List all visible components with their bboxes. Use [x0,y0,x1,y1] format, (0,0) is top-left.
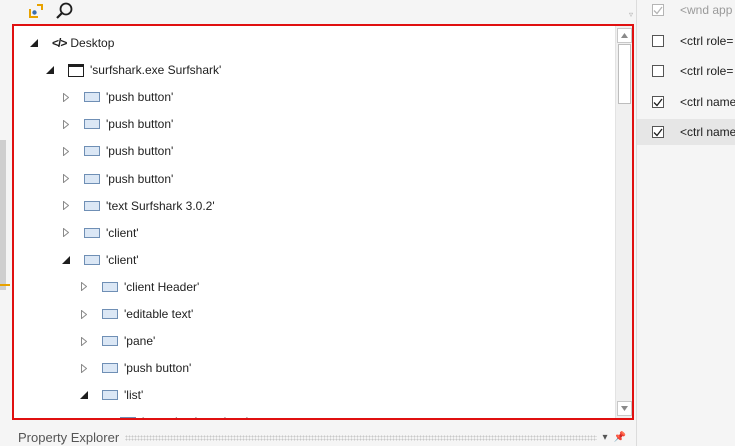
selector-text: <ctrl name [680,125,735,139]
selector-checkbox[interactable] [652,126,664,138]
control-icon [84,146,100,157]
selector-row[interactable]: <wnd app [637,0,735,23]
tree-node[interactable]: 'text Surfshark 3.0.2' [60,196,215,216]
control-icon [102,390,118,401]
window-icon [68,63,84,77]
scroll-up-icon [621,33,628,38]
tree-node[interactable]: 'surfshark.exe Surfshark' [44,60,221,80]
control-icon [102,336,118,347]
tree-node-label: 'client Header' [124,279,200,294]
collapsed-arrow-icon[interactable] [78,308,90,320]
tree-node-label: 'pane' [124,334,156,349]
pin-icon[interactable]: 📌 [614,432,626,443]
tree-node-label: 'text Surfshark 3.0.2' [106,198,215,213]
selector-checkbox[interactable] [652,35,664,47]
tree-node[interactable]: 'grouping Locations' [96,412,248,418]
control-icon [84,92,100,103]
toolbar-overflow-icon[interactable]: ▿ [629,10,633,19]
tree-node[interactable]: 'push button' [60,169,173,189]
toolbar: ▿ [10,0,635,24]
crosshair-target-icon [29,4,43,18]
scroll-down-icon [621,406,628,411]
target-element-button[interactable] [24,0,48,22]
property-explorer-header: Property Explorer ▾ 📌 [12,428,634,446]
selector-row[interactable]: <ctrl role= [637,28,735,54]
tree-node[interactable]: 'push button' [78,358,191,378]
selector-checkbox[interactable] [652,65,664,77]
tree-node[interactable]: </> Desktop [28,33,114,53]
tree-node-label: 'editable text' [124,307,194,321]
panel-grip [125,435,597,441]
expanded-arrow-icon[interactable] [60,254,72,266]
selector-text: <ctrl name [680,95,735,109]
tree-list: </> Desktop 'surfshark.exe Surfshark' 'push… [14,26,616,418]
dropdown-icon[interactable]: ▾ [603,432,608,443]
tree-node-label: 'push button' [106,117,174,132]
expanded-arrow-icon[interactable] [44,64,56,76]
collapsed-arrow-icon[interactable] [78,335,90,347]
tree-node-label: 'grouping Locations' [142,415,248,418]
collapsed-arrow-icon[interactable] [60,173,72,185]
control-icon [120,417,136,418]
control-icon [102,281,118,292]
collapsed-arrow-icon[interactable] [60,200,72,212]
tree-node[interactable]: 'editable text' [78,304,193,324]
code-icon: </> [52,36,67,50]
selector-text: <ctrl role= [680,64,734,78]
tree-node[interactable]: 'push button' [60,141,173,161]
tree-node-label: 'surfshark.exe Surfshark' [90,63,222,78]
tree-node-label: 'push button' [124,361,192,376]
tree-node-label: 'push button' [106,171,174,186]
scroll-down-button[interactable] [617,401,632,416]
tree-node-label: 'push button' [106,90,174,105]
tree-node[interactable]: 'push button' [60,114,173,134]
expanded-arrow-icon[interactable] [78,389,90,401]
collapsed-arrow-icon[interactable] [78,362,90,374]
tree-node-label: 'push button' [106,144,174,159]
scroll-thumb[interactable] [618,44,631,104]
collapsed-arrow-icon[interactable] [60,227,72,239]
collapsed-arrow-icon[interactable] [78,281,90,293]
search-button[interactable] [52,0,76,22]
property-explorer-title: Property Explorer [18,429,120,445]
selector-row[interactable]: <ctrl name [637,89,735,115]
control-icon [102,363,118,374]
selector-row[interactable]: <ctrl name [637,119,735,145]
left-panel-scrollbar[interactable] [0,140,6,290]
control-icon [84,227,100,238]
collapsed-arrow-icon[interactable] [60,118,72,130]
left-panel-accent-line [0,284,10,286]
tree-node[interactable]: 'client' [60,223,139,243]
control-icon [102,309,118,319]
selector-text: <ctrl role= [680,34,734,48]
scroll-up-button[interactable] [617,28,632,43]
left-panel-edge [0,0,10,446]
control-icon [84,173,100,184]
tree-vertical-scrollbar[interactable] [615,26,632,418]
selector-checkbox[interactable] [652,96,664,108]
collapsed-arrow-icon[interactable] [60,145,72,157]
tree-node-label: Desktop [70,36,115,50]
selector-list: <wnd app <ctrl role= <ctrl role= <ctrl name… [637,0,735,446]
expanded-arrow-icon[interactable] [96,416,108,418]
tree-node-label: 'list' [124,388,144,403]
tree-node[interactable]: 'pane' [78,331,155,351]
selector-checkbox[interactable] [652,4,664,16]
selector-row[interactable]: <ctrl role= [637,58,735,84]
tree-node[interactable]: 'client Header' [78,277,199,297]
search-icon [56,2,73,19]
element-tree: </> Desktop 'surfshark.exe Surfshark' 'push… [12,24,634,420]
tree-node-label: 'client' [106,225,139,240]
tree-node-label: 'client' [106,252,139,267]
control-icon [84,200,100,211]
tree-node[interactable]: 'client' [60,250,139,270]
selector-text: <wnd app [680,3,733,17]
tree-node[interactable]: 'push button' [60,87,173,107]
collapsed-arrow-icon[interactable] [60,91,72,103]
control-icon [84,254,100,265]
tree-node[interactable]: 'list' [78,385,143,405]
expanded-arrow-icon[interactable] [28,37,40,49]
control-icon [84,119,100,130]
